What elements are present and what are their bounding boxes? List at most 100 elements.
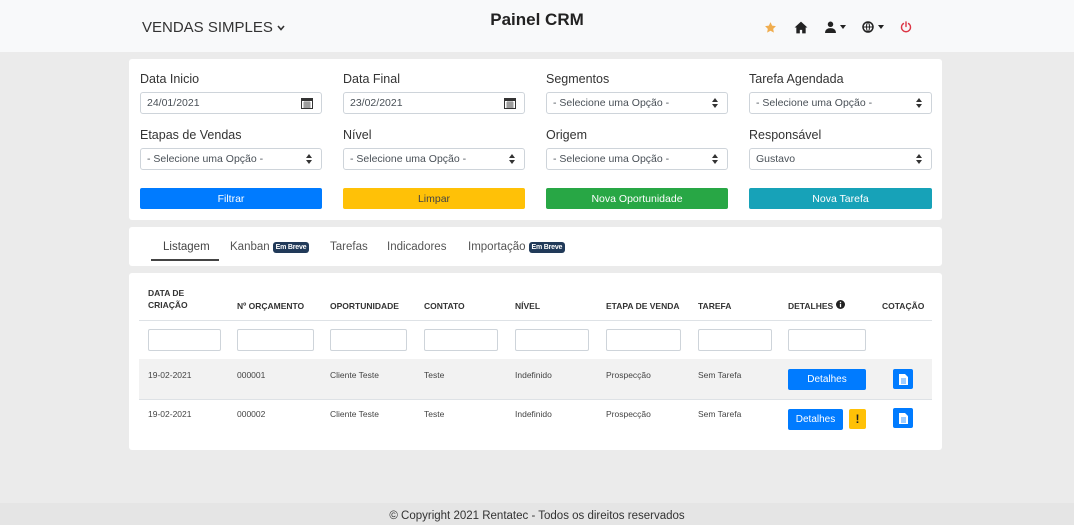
th-nivel[interactable]: NÍVEL	[515, 300, 540, 312]
globe-icon	[862, 21, 874, 33]
active-tab-indicator	[151, 259, 219, 261]
th-tarefa[interactable]: TAREFA	[698, 300, 731, 312]
label-responsavel: Responsável	[749, 128, 822, 142]
th-cotacao[interactable]: COTAÇÃO	[882, 300, 924, 312]
label-data-inicio: Data Inicio	[140, 72, 200, 86]
label-tarefa-agendada: Tarefa Agendada	[749, 72, 844, 86]
nivel-value: - Selecione uma Opção -	[350, 153, 467, 165]
tab-indicadores[interactable]: Indicadores	[387, 241, 446, 253]
th-oportunidade[interactable]: OPORTUNIDADE	[330, 300, 399, 312]
em-breve-badge: Em Breve	[528, 241, 566, 253]
calendar-icon[interactable]	[301, 97, 313, 112]
tabs-card: Listagem Kanban Em Breve Tarefas Indicad…	[129, 227, 942, 266]
document-icon	[898, 412, 908, 424]
cotacao-button[interactable]	[893, 369, 913, 389]
language-menu[interactable]	[862, 18, 884, 36]
filters-card: Data Inicio 24/01/2021 Data Final 23/02/…	[129, 59, 942, 220]
data-final-value: 23/02/2021	[350, 97, 403, 109]
filter-contato-input[interactable]	[424, 329, 498, 351]
tab-label: Kanban	[230, 241, 270, 253]
select-arrows-icon	[306, 154, 312, 165]
label-nivel: Nível	[343, 128, 372, 142]
select-arrows-icon	[712, 98, 718, 109]
navbar-icons	[760, 17, 912, 37]
nova-oportunidade-button[interactable]: Nova Oportunidade	[546, 188, 728, 209]
detalhes-button[interactable]: Detalhes	[788, 369, 866, 390]
tab-listagem[interactable]: Listagem	[163, 241, 210, 253]
user-icon	[825, 21, 836, 33]
tab-tarefas[interactable]: Tarefas	[330, 241, 368, 253]
select-arrows-icon	[712, 154, 718, 165]
label-origem: Origem	[546, 128, 587, 142]
power-icon[interactable]	[900, 18, 912, 36]
home-icon[interactable]	[794, 18, 808, 36]
tab-label: Listagem	[163, 241, 210, 253]
user-menu[interactable]	[825, 18, 846, 36]
select-arrows-icon	[916, 98, 922, 109]
cell-tarefa: Sem Tarefa	[698, 370, 742, 380]
th-contato[interactable]: CONTATO	[424, 300, 465, 312]
filtrar-button[interactable]: Filtrar	[140, 188, 322, 209]
tab-label: Indicadores	[387, 241, 447, 253]
responsavel-select[interactable]: Gustavo	[749, 148, 932, 170]
nivel-select[interactable]: - Selecione uma Opção -	[343, 148, 525, 170]
caret-down-icon	[840, 25, 846, 29]
cell-data: 19-02-2021	[148, 370, 192, 380]
cell-contato: Teste	[424, 409, 445, 419]
cell-tarefa: Sem Tarefa	[698, 409, 742, 419]
th-text: DATA DE	[148, 288, 185, 298]
filter-data-criacao-input[interactable]	[148, 329, 221, 351]
cell-data: 19-02-2021	[148, 409, 192, 419]
label-data-final: Data Final	[343, 72, 400, 86]
filter-orcamento-input[interactable]	[237, 329, 314, 351]
segmentos-select[interactable]: - Selecione uma Opção -	[546, 92, 728, 114]
tab-kanban[interactable]: Kanban Em Breve	[230, 241, 310, 253]
th-orcamento[interactable]: Nº ORÇAMENTO	[237, 300, 304, 312]
cell-nivel: Indefinido	[515, 370, 552, 380]
origem-select[interactable]: - Selecione uma Opção -	[546, 148, 728, 170]
detalhes-button[interactable]: Detalhes	[788, 409, 843, 430]
responsavel-value: Gustavo	[756, 153, 796, 165]
filter-detalhes-input[interactable]	[788, 329, 866, 351]
cotacao-button[interactable]	[893, 408, 913, 428]
page-title: Painel CRM	[490, 10, 584, 29]
tab-label: Importação	[468, 241, 526, 253]
select-arrows-icon	[916, 154, 922, 165]
data-inicio-value: 24/01/2021	[147, 97, 200, 109]
footer: © Copyright 2021 Rentatec - Todos os dir…	[0, 503, 1074, 525]
etapas-vendas-select[interactable]: - Selecione uma Opção -	[140, 148, 322, 170]
info-icon[interactable]	[836, 300, 846, 312]
nova-tarefa-button[interactable]: Nova Tarefa	[749, 188, 932, 209]
calendar-icon[interactable]	[504, 97, 516, 112]
tab-importacao[interactable]: Importação Em Breve	[468, 241, 566, 253]
warning-button[interactable]: !	[849, 409, 866, 429]
etapas-vendas-value: - Selecione uma Opção -	[147, 153, 264, 165]
origem-value: - Selecione uma Opção -	[553, 153, 670, 165]
tab-label: Tarefas	[330, 241, 368, 253]
tarefa-agendada-value: - Selecione uma Opção -	[756, 97, 873, 109]
segmentos-value: - Selecione uma Opção -	[553, 97, 670, 109]
star-icon[interactable]	[764, 18, 777, 36]
data-final-input[interactable]: 23/02/2021	[343, 92, 525, 114]
filter-tarefa-input[interactable]	[698, 329, 772, 351]
th-data-criacao[interactable]: DATA DE CRIAÇÃO	[148, 287, 188, 311]
header-divider	[139, 320, 932, 321]
th-etapa[interactable]: ETAPA DE VENDA	[606, 300, 680, 312]
data-inicio-input[interactable]: 24/01/2021	[140, 92, 322, 114]
filter-oportunidade-input[interactable]	[330, 329, 407, 351]
filter-etapa-input[interactable]	[606, 329, 681, 351]
cell-etapa: Prospecção	[606, 370, 651, 380]
cell-orcamento: 000002	[237, 409, 266, 419]
filter-nivel-input[interactable]	[515, 329, 589, 351]
cell-oportunidade: Cliente Teste	[330, 409, 379, 419]
th-text: CRIAÇÃO	[148, 300, 188, 310]
cell-nivel: Indefinido	[515, 409, 552, 419]
tarefa-agendada-select[interactable]: - Selecione uma Opção -	[749, 92, 932, 114]
label-etapas-vendas: Etapas de Vendas	[140, 128, 242, 142]
th-detalhes[interactable]: DETALHES	[788, 300, 846, 312]
cell-orcamento: 000001	[237, 370, 266, 380]
limpar-button[interactable]: Limpar	[343, 188, 525, 209]
top-navbar: VENDAS SIMPLES Painel CRM	[0, 0, 1074, 52]
th-text: DETALHES	[788, 301, 834, 311]
row-divider	[139, 399, 932, 400]
